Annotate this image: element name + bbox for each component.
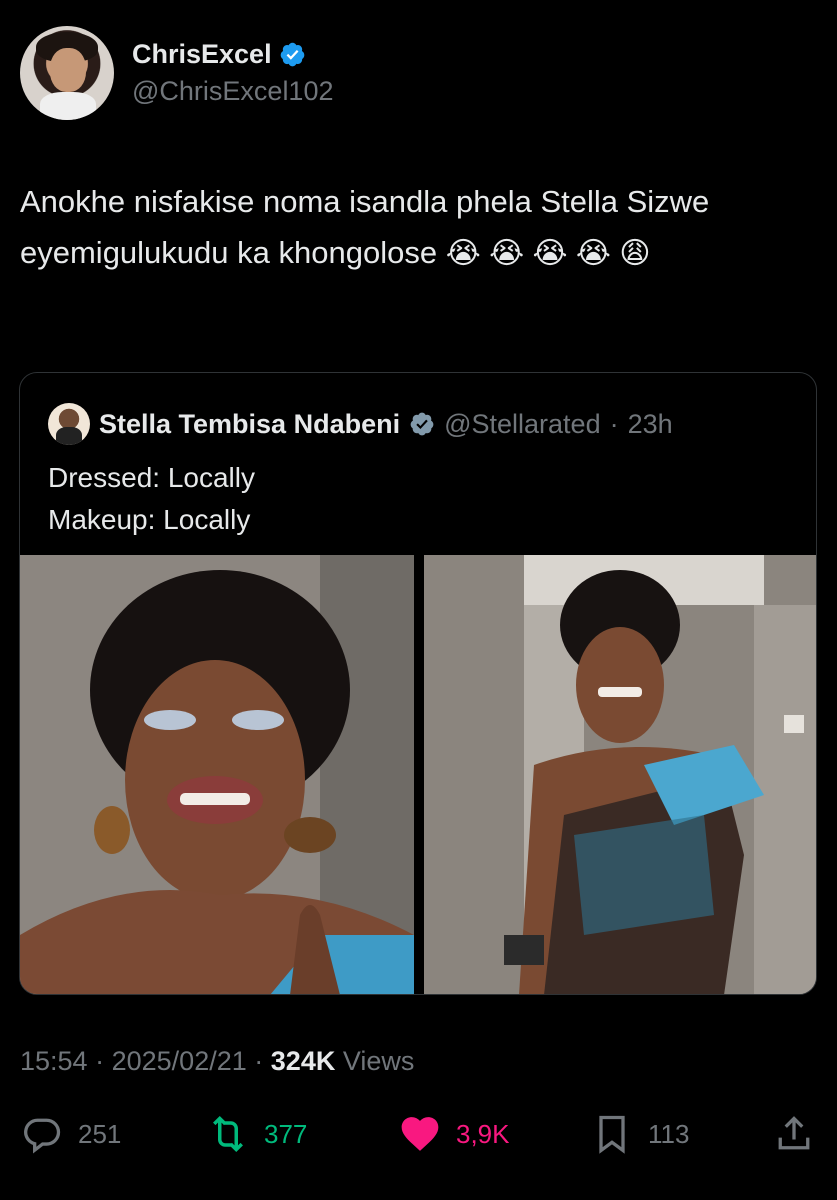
- separator-dot: ·: [609, 408, 619, 439]
- quoted-tweet[interactable]: Stella Tembisa Ndabeni @Stellarated · 23…: [19, 372, 817, 995]
- quoted-author-avatar[interactable]: [48, 403, 90, 445]
- quoted-text-line-2: Makeup: Locally: [48, 504, 251, 535]
- tweet-actions: 251 377 3,9K 113: [20, 1112, 817, 1164]
- verified-badge-icon: [280, 42, 304, 67]
- like-button[interactable]: 3,9K: [398, 1112, 510, 1156]
- views-label: Views: [342, 1046, 415, 1076]
- bookmark-count: 113: [648, 1118, 690, 1149]
- like-count: 3,9K: [456, 1118, 510, 1149]
- author-avatar[interactable]: [20, 26, 114, 120]
- separator-dot: ·: [254, 1046, 264, 1076]
- quoted-text-line-1: Dressed: Locally: [48, 462, 255, 493]
- tweet-author[interactable]: ChrisExcel @ChrisExcel102: [20, 26, 334, 120]
- tweet-meta: 15:54 · 2025/02/21 · 324K Views: [20, 1046, 414, 1077]
- bookmark-icon: [599, 1115, 625, 1154]
- heart-icon: [401, 1117, 439, 1151]
- retweet-button[interactable]: 377: [206, 1112, 307, 1156]
- reply-count: 251: [78, 1118, 122, 1149]
- tweet-text: Anokhe nisfakise noma isandla phela Stel…: [20, 176, 810, 279]
- verified-badge-icon: [410, 412, 434, 436]
- quoted-photo-2[interactable]: [424, 555, 816, 994]
- author-handle[interactable]: @ChrisExcel102: [132, 76, 334, 107]
- separator-dot: ·: [95, 1046, 105, 1076]
- author-display-name[interactable]: ChrisExcel: [132, 39, 272, 70]
- bookmark-button[interactable]: 113: [590, 1112, 689, 1156]
- views-count: 324K: [270, 1046, 336, 1076]
- tweet-emojis: 😭 😭 😭 😭 😩: [445, 237, 651, 270]
- quoted-author-name[interactable]: Stella Tembisa Ndabeni: [99, 409, 400, 440]
- quoted-text: Dressed: Locally Makeup: Locally: [48, 457, 255, 541]
- share-icon: [778, 1116, 810, 1150]
- quoted-timestamp[interactable]: 23h: [628, 409, 673, 440]
- reply-icon: [24, 1118, 61, 1154]
- quoted-author-handle[interactable]: @Stellarated: [444, 409, 601, 440]
- tweet-date[interactable]: 2025/02/21: [112, 1046, 247, 1076]
- quoted-photo-1[interactable]: [20, 555, 414, 994]
- tweet-time[interactable]: 15:54: [20, 1046, 88, 1076]
- retweet-count: 377: [264, 1118, 308, 1149]
- reply-button[interactable]: 251: [20, 1112, 121, 1156]
- share-button[interactable]: [772, 1112, 816, 1156]
- retweet-icon: [213, 1115, 243, 1153]
